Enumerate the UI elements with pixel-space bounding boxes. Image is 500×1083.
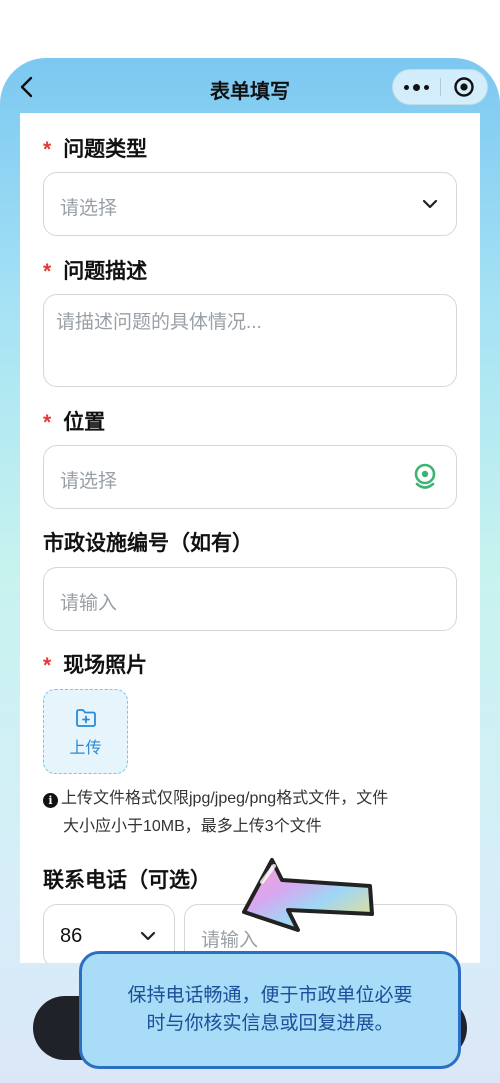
required-mark: * — [43, 260, 52, 283]
tooltip-line-2: 时与你核实信息或回复进展。 — [146, 1013, 394, 1034]
pointer-arrow-icon — [242, 858, 374, 932]
problem-type-placeholder: 请选择 — [60, 198, 118, 219]
form-card: * 问题类型 请选择 * 问题描述 请描述问题的具体情况... * 位置 请选择 市政… — [20, 113, 480, 963]
target-icon[interactable] — [441, 69, 487, 105]
chevron-down-icon — [138, 926, 158, 951]
more-dots-icon[interactable] — [393, 69, 440, 105]
facility-id-label: 市政设施编号（如有） — [43, 532, 253, 555]
description-label: * 问题描述 — [43, 260, 148, 283]
problem-type-select[interactable]: 请选择 — [43, 172, 457, 236]
facility-id-placeholder: 请输入 — [60, 593, 118, 614]
chevron-down-icon — [420, 194, 440, 219]
location-select[interactable]: 请选择 — [43, 445, 457, 509]
upload-photo-button[interactable]: 上传 — [43, 689, 128, 774]
required-mark: * — [43, 411, 52, 434]
location-placeholder: 请选择 — [60, 471, 118, 492]
tooltip-bubble: 保持电话畅通，便于市政单位必要 时与你核实信息或回复进展。 — [79, 951, 461, 1069]
folder-plus-icon — [75, 708, 97, 733]
required-mark: * — [43, 138, 52, 161]
required-mark: * — [43, 654, 52, 677]
description-textarea[interactable]: 请描述问题的具体情况... — [43, 294, 457, 387]
country-code-value: 86 — [60, 925, 83, 947]
facility-id-input[interactable]: 请输入 — [43, 567, 457, 631]
location-pin-icon[interactable] — [410, 462, 440, 497]
upload-note: i 上传文件格式仅限jpg/jpeg/png格式文件，文件 大小应小于10MB，最… — [43, 785, 453, 841]
navigation-bar: 表单填写 — [0, 58, 500, 118]
mini-program-capsule — [392, 69, 488, 105]
description-placeholder: 请描述问题的具体情况... — [56, 312, 262, 333]
upload-label: 上传 — [69, 740, 102, 757]
info-icon: i — [43, 793, 58, 808]
phone-label: 联系电话（可选） — [43, 869, 211, 892]
photos-label: * 现场照片 — [43, 654, 148, 677]
location-label: * 位置 — [43, 411, 106, 434]
problem-type-label: * 问题类型 — [43, 138, 148, 161]
tooltip-line-1: 保持电话畅通，便于市政单位必要 — [127, 985, 413, 1006]
